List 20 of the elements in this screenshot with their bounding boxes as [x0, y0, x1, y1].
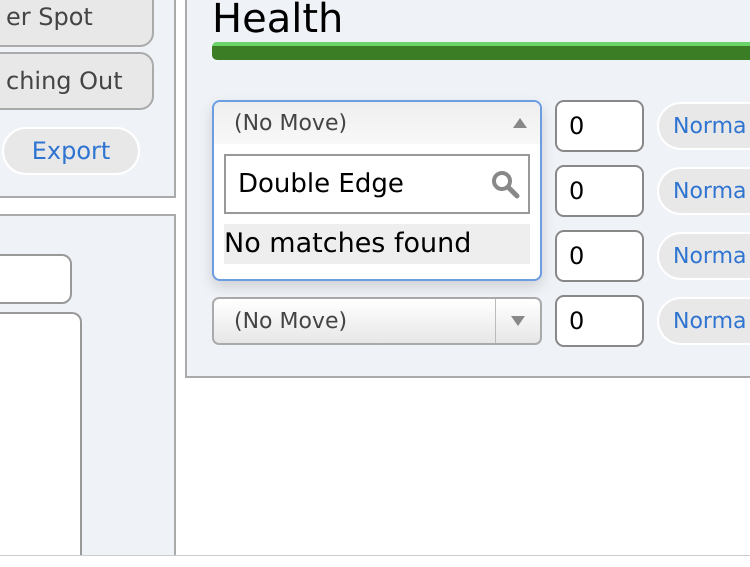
export-button[interactable]: Export: [2, 127, 140, 175]
search-icon: [490, 169, 520, 199]
pp-field[interactable]: 0: [555, 100, 644, 152]
action-button[interactable]: er Spot: [0, 0, 154, 47]
move-select[interactable]: (No Move): [214, 102, 540, 144]
no-results-message: No matches found: [224, 224, 530, 264]
type-button[interactable]: Norma: [657, 102, 750, 150]
caret-up-icon: [512, 117, 528, 129]
action-button[interactable]: ching Out: [0, 52, 154, 110]
pp-field[interactable]: 0: [555, 165, 644, 217]
pp-field[interactable]: 0: [555, 230, 644, 282]
pp-field[interactable]: 0: [555, 295, 644, 347]
health-title: Health: [212, 0, 344, 42]
type-button[interactable]: Norma: [657, 232, 750, 280]
move-select[interactable]: (No Move): [212, 297, 542, 345]
move-dropdown[interactable]: (No Move) Double Edge No matches found: [212, 100, 542, 281]
search-field[interactable]: Double Edge: [224, 154, 530, 214]
type-button[interactable]: Norma: [657, 167, 750, 215]
type-button[interactable]: Norma: [657, 297, 750, 345]
caret-down-icon: [510, 315, 526, 327]
